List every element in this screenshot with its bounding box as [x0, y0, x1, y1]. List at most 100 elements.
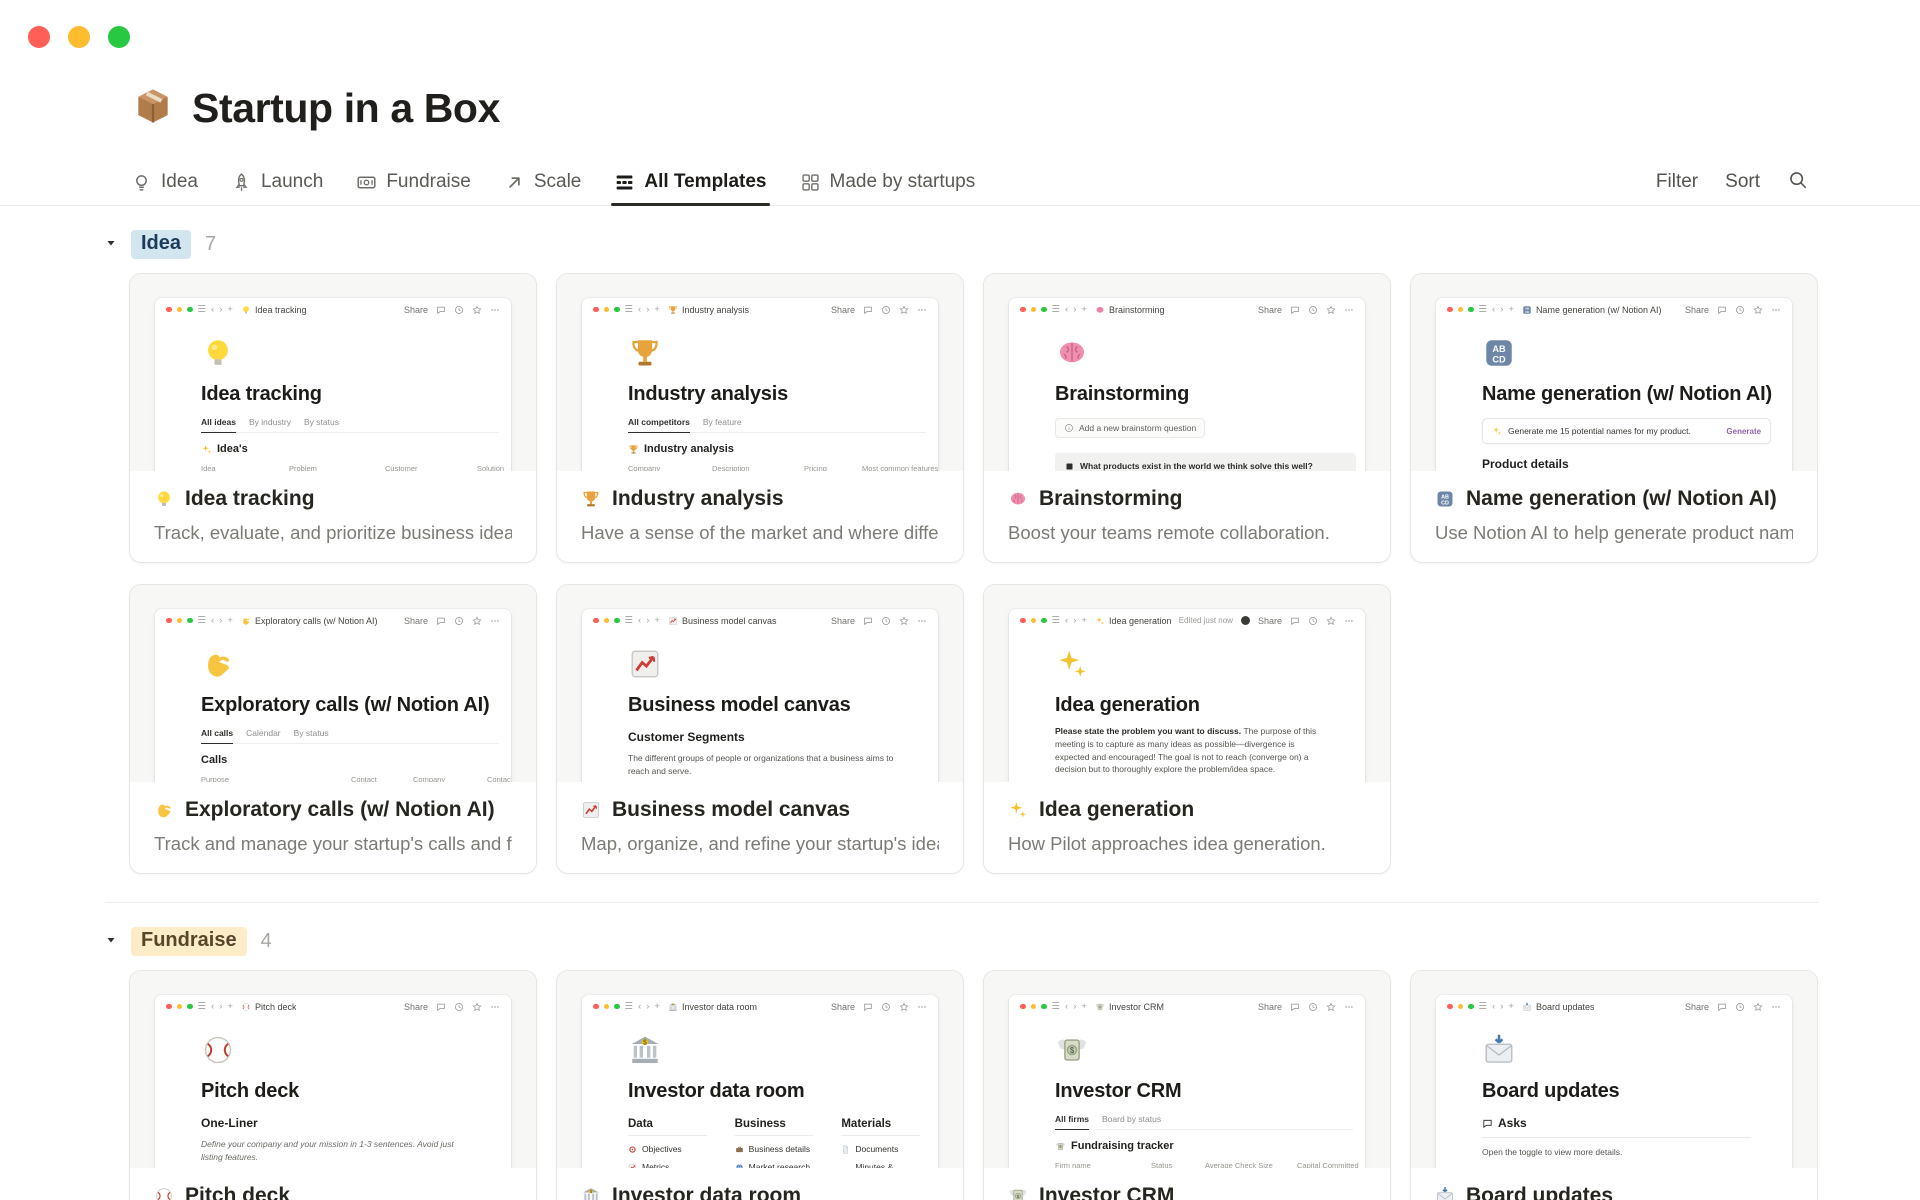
template-card-exploratory-calls-w-notion-ai[interactable]: ☰ ‹ › + Exploratory calls (w/ Notion AI) Shar…	[129, 584, 537, 874]
table-header-row: Firm name Status Average Check Size Capital…	[1055, 1158, 1359, 1168]
mini-minimize-icon	[603, 1003, 609, 1010]
mini-zoom-icon	[1468, 1003, 1474, 1010]
template-card-board-updates[interactable]: ☰ ‹ › + Board updates Share Board updates Asks O…	[1410, 970, 1818, 1200]
page-emoji	[201, 1033, 493, 1069]
close-button[interactable]	[28, 26, 50, 48]
tab-idea[interactable]: Idea	[131, 159, 198, 205]
forward-icon: ›	[219, 614, 223, 626]
view-tab-calendar: Calendar	[246, 728, 281, 738]
forward-icon: ›	[1073, 614, 1077, 626]
clock-icon	[1308, 305, 1318, 315]
card-label: AB CD Name generation (w/ Notion AI) Use No…	[1411, 471, 1817, 544]
column-header: Purpose	[201, 775, 229, 782]
tab-launch[interactable]: Launch	[231, 159, 323, 205]
template-card-business-model-canvas[interactable]: ☰ ‹ › + Business model canvas Share Business m…	[556, 584, 964, 874]
card-title-text: Brainstorming	[1039, 487, 1183, 510]
template-card-pitch-deck[interactable]: ☰ ‹ › + Pitch deck Share Pitch deck One-Liner De…	[129, 970, 537, 1200]
mini-zoom-icon	[1041, 306, 1047, 313]
link-columns: Data Objectives Metrics Business Business de…	[628, 1118, 921, 1168]
page-emoji	[628, 336, 920, 372]
star-icon	[1326, 615, 1336, 626]
template-card-investor-data-room[interactable]: ☰ ‹ › + $ Investor data room Share $ Investor da…	[556, 970, 964, 1200]
column-header: Average Check Size	[1205, 1161, 1273, 1168]
card-title: Industry analysis	[581, 487, 939, 511]
menu-icon: ☰	[624, 1000, 634, 1012]
column-materials: Materials Documents Minutes & updates	[841, 1118, 921, 1168]
page-emoji	[1482, 1033, 1774, 1069]
template-card-name-generation-w-notion-ai[interactable]: ☰ ‹ › + AB CD Name generation (w/ Notion AI) Sh…	[1410, 273, 1818, 563]
mini-page-title: Business model canvas	[628, 694, 851, 716]
back-icon: ‹	[1065, 1000, 1069, 1012]
mini-notion-window: ☰ ‹ › + Board updates Share Board updates Asks O…	[1436, 995, 1792, 1168]
collapse-toggle-icon[interactable]	[105, 933, 131, 951]
collapse-toggle-icon[interactable]	[105, 236, 131, 254]
template-card-idea-generation[interactable]: ☰ ‹ › + Idea generation Edited just now Share I…	[983, 584, 1391, 874]
preview-text: Define your company and your mission in …	[201, 1139, 454, 1162]
envelope-icon	[1482, 1033, 1516, 1067]
card-preview: ☰ ‹ › + AB CD Name generation (w/ Notion AI) Sh…	[1411, 274, 1817, 471]
mini-window-body: Idea tracking All ideas By industry By stat…	[155, 321, 511, 471]
card-title-text: Investor data room	[612, 1184, 802, 1200]
template-card-industry-analysis[interactable]: ☰ ‹ › + Industry analysis Share Industry analy…	[556, 273, 964, 563]
tab-scale[interactable]: Scale	[504, 159, 581, 205]
mini-page-title: Pitch deck	[201, 1080, 300, 1102]
card-title-text: Board updates	[1466, 1184, 1614, 1200]
arrow-up-right-icon	[504, 172, 525, 193]
page-emoji	[1055, 647, 1347, 683]
tab-made-by-startups[interactable]: Made by startups	[800, 159, 975, 205]
moneywings-icon: $	[1055, 1033, 1089, 1067]
mini-minimize-icon	[176, 306, 182, 313]
back-icon: ‹	[638, 303, 642, 315]
tab-label: Idea	[161, 171, 198, 192]
card-description: Map, organize, and refine your startup's…	[581, 833, 939, 854]
grid-icon	[614, 172, 635, 193]
mini-notion-window: ☰ ‹ › + $ Investor data room Share $ Investor da…	[582, 995, 938, 1168]
menu-icon: ☰	[1051, 303, 1061, 315]
tab-all-templates[interactable]: All Templates	[611, 159, 770, 206]
mini-minimize-icon	[176, 617, 182, 624]
mini-window-header: ☰ ‹ › + Business model canvas Share	[582, 609, 938, 632]
moneywings-icon: $	[1095, 1002, 1105, 1012]
mini-window-actions: Share	[1685, 305, 1781, 315]
sort-button[interactable]: Sort	[1725, 171, 1760, 193]
mini-window-header: ☰ ‹ › + Idea tracking Share	[155, 298, 511, 321]
preview-heading: One-Liner	[201, 1116, 258, 1130]
menu-icon: ☰	[624, 614, 634, 626]
brain-icon	[1055, 336, 1089, 370]
new-page-icon: +	[227, 303, 233, 315]
minimize-button[interactable]	[68, 26, 90, 48]
mini-window-body: Board updates Asks Open the toggle to view…	[1436, 1018, 1792, 1168]
tab-label: Launch	[260, 171, 324, 192]
dots-icon	[917, 1002, 927, 1012]
card-label: $ Investor CRM	[984, 1168, 1390, 1200]
banknote-icon	[356, 172, 377, 193]
page-emoji: AB CD	[1482, 336, 1774, 372]
tab-fundraise[interactable]: Fundraise	[356, 159, 471, 205]
share-label: Share	[830, 1001, 855, 1012]
template-card-brainstorming[interactable]: ☰ ‹ › + Brainstorming Share Brainstorming Add a…	[983, 273, 1391, 563]
filter-button[interactable]: Filter	[1656, 171, 1698, 193]
bulb-outline-icon	[131, 172, 152, 193]
preview-text: The different groups of people or organi…	[628, 753, 894, 776]
brainstorm-block: What products exist in the world we thin…	[1055, 453, 1356, 471]
column-header: Status	[1151, 1161, 1173, 1168]
template-card-idea-tracking[interactable]: ☰ ‹ › + Idea tracking Share Idea tracking All i…	[129, 273, 537, 563]
clock-icon	[454, 305, 464, 315]
chart-icon	[668, 616, 678, 626]
template-card-investor-crm[interactable]: ☰ ‹ › + $ Investor CRM Share $ Investor CRM All f…	[983, 970, 1391, 1200]
mini-window-body: Brainstorming Add a new brainstorm questi…	[1009, 321, 1365, 471]
mini-window-header: ☰ ‹ › + AB CD Name generation (w/ Notion AI) Sh…	[1436, 298, 1792, 321]
search-icon[interactable]	[1787, 169, 1808, 196]
dots-icon	[917, 616, 927, 626]
database-title: Calls	[201, 754, 493, 766]
zoom-button[interactable]	[108, 26, 130, 48]
comment-icon	[1290, 305, 1300, 315]
card-title-text: Idea tracking	[185, 487, 315, 510]
window-controls[interactable]	[28, 26, 130, 48]
mini-window-breadcrumb: $ Investor CRM	[1095, 1002, 1164, 1012]
comment-icon	[1717, 305, 1727, 315]
preview-heading: Customer Segments	[628, 730, 745, 744]
column-business: Business Business details Market research	[734, 1118, 814, 1168]
dots-icon	[1344, 616, 1354, 626]
new-page-icon: +	[1508, 303, 1514, 315]
